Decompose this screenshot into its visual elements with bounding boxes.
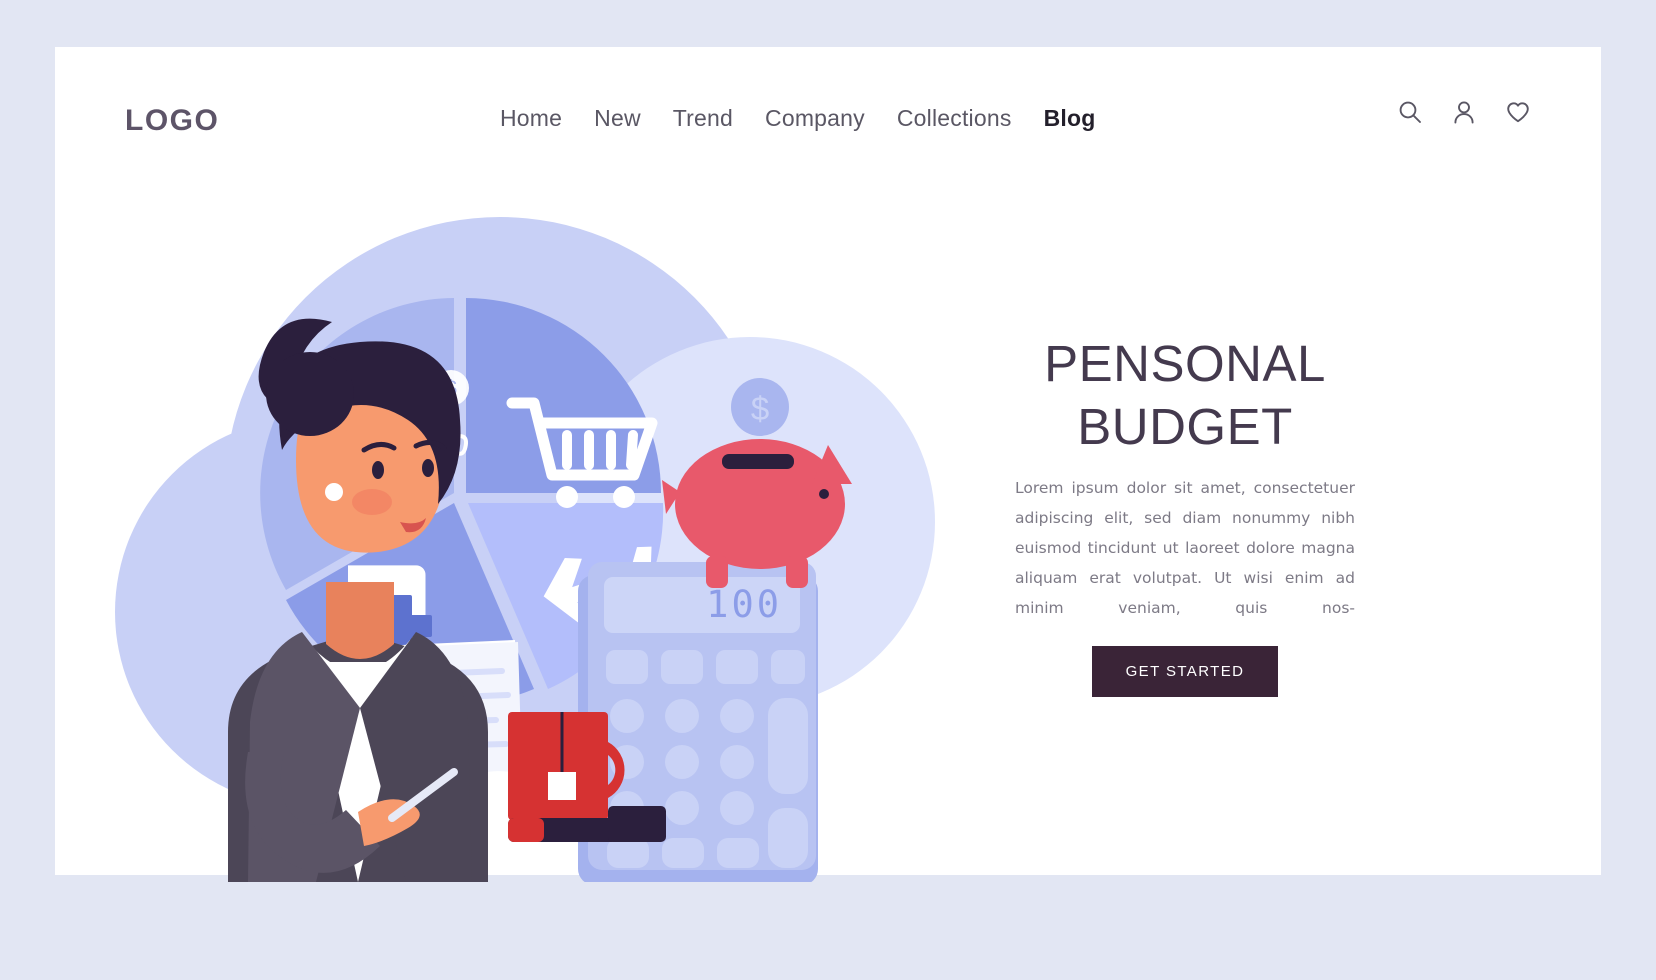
nav-item-home[interactable]: Home [500, 105, 562, 132]
search-icon[interactable] [1397, 99, 1423, 125]
header-icon-group [1397, 99, 1531, 125]
main-navigation: Home New Trend Company Collections Blog [500, 105, 1095, 132]
svg-text:$: $ [751, 390, 769, 427]
nav-item-collections[interactable]: Collections [897, 105, 1012, 132]
get-started-button[interactable]: GET STARTED [1091, 646, 1279, 697]
calculator-display-value: 100 [706, 583, 782, 626]
nav-item-blog[interactable]: Blog [1044, 105, 1096, 132]
favorites-icon[interactable] [1505, 99, 1531, 125]
site-logo[interactable]: LOGO [125, 104, 219, 138]
account-icon[interactable] [1451, 99, 1477, 125]
nav-item-company[interactable]: Company [765, 105, 865, 132]
hero-paragraph: Lorem ipsum dolor sit amet, consectetuer… [1015, 479, 1355, 618]
site-header: LOGO Home New Trend Company Collections … [55, 47, 1601, 197]
cta-wrapper: GET STARTED [1015, 646, 1355, 697]
landing-page-canvas: LOGO Home New Trend Company Collections … [55, 47, 1601, 882]
nav-item-trend[interactable]: Trend [673, 105, 733, 132]
hero-illustration: $ [110, 192, 1010, 882]
page-title: PENSONAL BUDGET [1044, 335, 1326, 456]
nav-item-new[interactable]: New [594, 105, 641, 132]
tea-mug [508, 712, 625, 820]
hero-text-block: PENSONAL BUDGET Lorem ipsum dolor sit am… [1015, 332, 1355, 697]
